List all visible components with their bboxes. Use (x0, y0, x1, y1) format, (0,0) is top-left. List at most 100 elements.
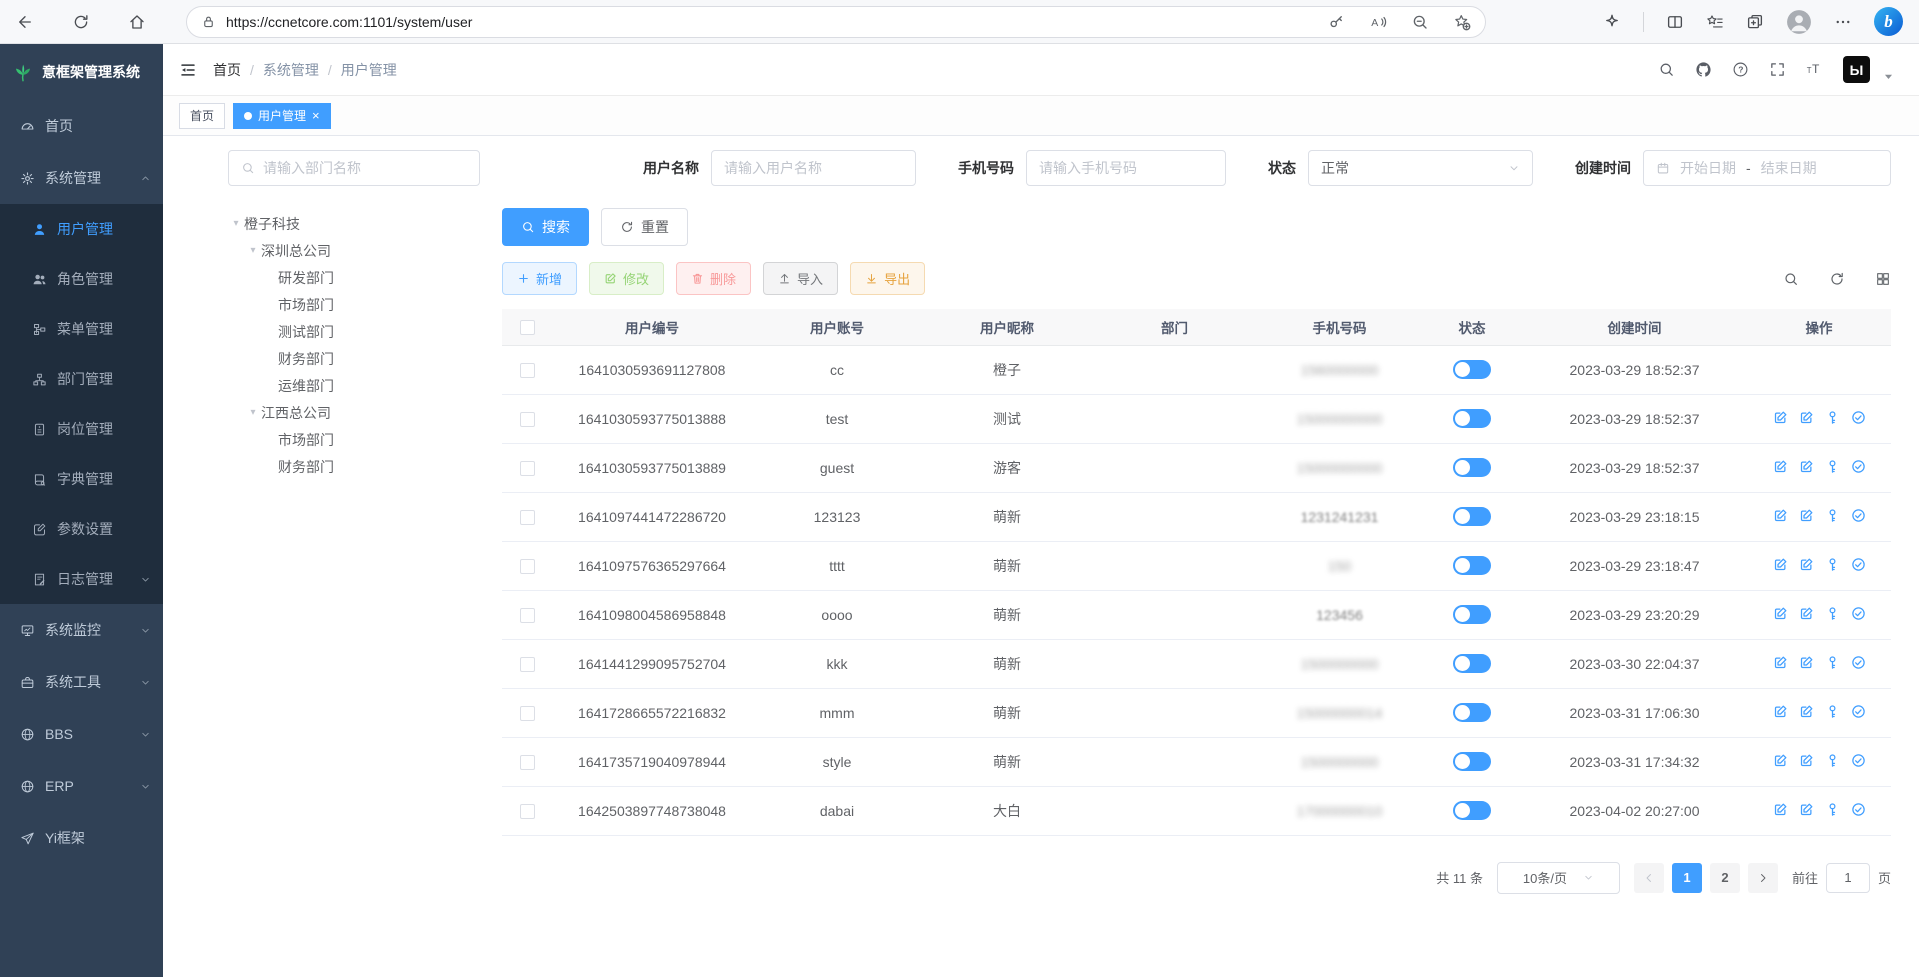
edit-icon[interactable] (1773, 802, 1788, 817)
favorites-bar-icon[interactable] (1706, 13, 1724, 31)
next-page-button[interactable] (1748, 863, 1778, 893)
collections-icon[interactable] (1746, 13, 1764, 31)
tree-node[interactable]: ▾深圳总公司 (228, 237, 480, 264)
username-input[interactable] (711, 150, 916, 186)
back-icon[interactable] (16, 13, 34, 31)
status-toggle[interactable] (1453, 703, 1491, 722)
status-select[interactable]: 正常 (1308, 150, 1533, 186)
url-text[interactable]: https://ccnetcore.com:1101/system/user (226, 14, 1317, 30)
breadcrumb-item[interactable]: 系统管理 (263, 60, 319, 80)
sidebar-item-dict[interactable]: 字典管理 (0, 454, 163, 504)
tree-node[interactable]: 财务部门 (228, 345, 480, 372)
copilot-icon[interactable]: b (1874, 7, 1903, 36)
assign-role-icon[interactable] (1851, 410, 1866, 425)
edit-button[interactable]: 修改 (589, 262, 664, 295)
reset-password-icon[interactable] (1825, 802, 1840, 817)
tag-用户管理[interactable]: 用户管理× (233, 103, 331, 129)
github-icon[interactable] (1695, 61, 1712, 78)
sidebar-item-config[interactable]: 参数设置 (0, 504, 163, 554)
assign-role-icon[interactable] (1851, 459, 1866, 474)
assign-role-icon[interactable] (1851, 753, 1866, 768)
row-checkbox[interactable] (520, 412, 535, 427)
more-icon[interactable] (1834, 13, 1852, 31)
assign-role-icon[interactable] (1851, 655, 1866, 670)
tree-expand-icon[interactable]: ▾ (245, 407, 261, 418)
app-logo[interactable]: 意框架管理系统 (0, 44, 163, 100)
sidebar-item-system[interactable]: 系统管理 (0, 152, 163, 204)
sidebar-item-menu[interactable]: 菜单管理 (0, 304, 163, 354)
split-screen-icon[interactable] (1666, 13, 1684, 31)
assign-role-icon[interactable] (1851, 508, 1866, 523)
table-search-toggle-icon[interactable] (1783, 271, 1799, 287)
status-toggle[interactable] (1453, 752, 1491, 771)
assign-role-icon[interactable] (1851, 606, 1866, 621)
row-checkbox[interactable] (520, 559, 535, 574)
breadcrumb-item[interactable]: 首页 (213, 60, 241, 80)
home-icon[interactable] (128, 13, 146, 31)
tree-node[interactable]: ▾江西总公司 (228, 399, 480, 426)
delete-icon[interactable] (1799, 802, 1814, 817)
reload-icon[interactable] (72, 13, 90, 31)
tag-首页[interactable]: 首页 (179, 103, 225, 129)
status-toggle[interactable] (1453, 409, 1491, 428)
sidebar-item-tool[interactable]: 系统工具 (0, 656, 163, 708)
edit-icon[interactable] (1773, 508, 1788, 523)
zoom-out-icon[interactable] (1411, 13, 1429, 31)
browser-essentials-icon[interactable] (1603, 13, 1621, 31)
tree-expand-icon[interactable]: ▾ (228, 218, 244, 229)
delete-icon[interactable] (1799, 704, 1814, 719)
read-aloud-icon[interactable]: A (1369, 13, 1387, 31)
add-favorite-icon[interactable] (1453, 13, 1471, 31)
assign-role-icon[interactable] (1851, 557, 1866, 572)
tree-node[interactable]: 运维部门 (228, 372, 480, 399)
status-toggle[interactable] (1453, 507, 1491, 526)
table-refresh-icon[interactable] (1829, 271, 1845, 287)
tree-expand-icon[interactable]: ▾ (245, 245, 261, 256)
reset-password-icon[interactable] (1825, 606, 1840, 621)
delete-icon[interactable] (1799, 459, 1814, 474)
dept-search-input[interactable] (263, 160, 467, 176)
row-checkbox[interactable] (520, 363, 535, 378)
status-toggle[interactable] (1453, 605, 1491, 624)
tree-node[interactable]: 财务部门 (228, 453, 480, 480)
delete-icon[interactable] (1799, 557, 1814, 572)
table-columns-icon[interactable] (1875, 271, 1891, 287)
user-avatar[interactable]: Ы (1843, 56, 1870, 83)
delete-icon[interactable] (1799, 410, 1814, 425)
sidebar-item-bbs[interactable]: BBS (0, 708, 163, 760)
edit-icon[interactable] (1773, 606, 1788, 621)
sidebar-item-monitor[interactable]: 系统监控 (0, 604, 163, 656)
caret-down-icon[interactable] (1880, 68, 1897, 85)
row-checkbox[interactable] (520, 657, 535, 672)
fullscreen-icon[interactable] (1769, 61, 1786, 78)
status-toggle[interactable] (1453, 360, 1491, 379)
reset-password-icon[interactable] (1825, 459, 1840, 474)
date-range-picker[interactable]: 开始日期 - 结束日期 (1643, 150, 1891, 186)
search-button[interactable]: 搜索 (502, 208, 589, 246)
profile-avatar[interactable] (1786, 9, 1812, 35)
sidebar-item-home[interactable]: 首页 (0, 100, 163, 152)
tree-node[interactable]: 测试部门 (228, 318, 480, 345)
sidebar-item-role[interactable]: 角色管理 (0, 254, 163, 304)
sidebar-item-user[interactable]: 用户管理 (0, 204, 163, 254)
edit-icon[interactable] (1773, 753, 1788, 768)
status-toggle[interactable] (1453, 801, 1491, 820)
delete-icon[interactable] (1799, 655, 1814, 670)
row-checkbox[interactable] (520, 510, 535, 525)
sidebar-item-yiframe[interactable]: Yi框架 (0, 812, 163, 864)
row-checkbox[interactable] (520, 461, 535, 476)
reset-password-icon[interactable] (1825, 557, 1840, 572)
row-checkbox[interactable] (520, 608, 535, 623)
fold-menu-icon[interactable] (179, 61, 197, 79)
edit-icon[interactable] (1773, 557, 1788, 572)
header-search-icon[interactable] (1658, 61, 1675, 78)
edit-icon[interactable] (1773, 410, 1788, 425)
select-all-checkbox[interactable] (520, 320, 535, 335)
tree-node[interactable]: 研发部门 (228, 264, 480, 291)
tree-node[interactable]: 市场部门 (228, 426, 480, 453)
status-toggle[interactable] (1453, 458, 1491, 477)
delete-icon[interactable] (1799, 508, 1814, 523)
address-bar[interactable]: https://ccnetcore.com:1101/system/user A (186, 6, 1486, 38)
page-size-select[interactable]: 10条/页 (1497, 862, 1620, 894)
import-button[interactable]: 导入 (763, 262, 838, 295)
